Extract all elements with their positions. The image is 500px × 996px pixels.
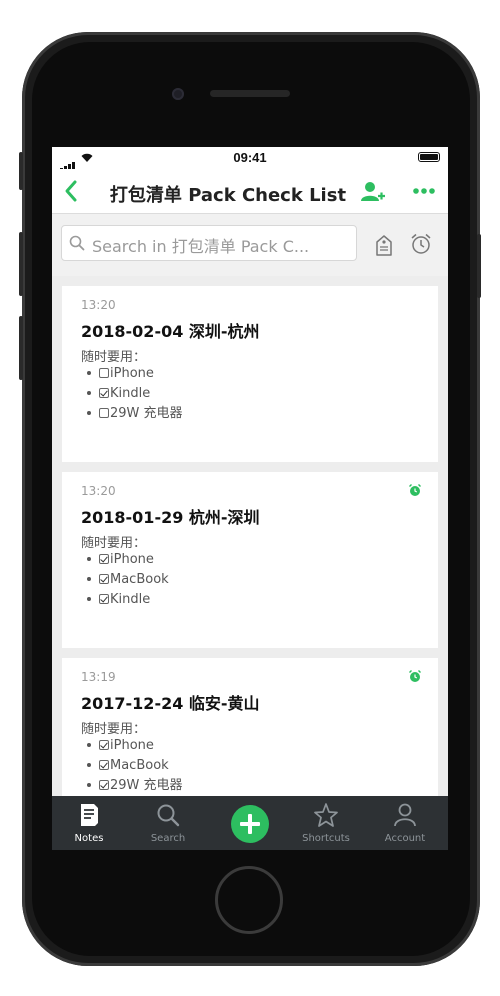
- list-item: iPhone: [81, 736, 183, 756]
- checkbox: [99, 367, 109, 378]
- checklist: iPhone Kindle 29W 充电器: [81, 364, 183, 424]
- tab-bar: Notes Search Shortcuts Account: [52, 796, 448, 850]
- checklist: iPhone MacBook 29W 充电器: [81, 736, 183, 796]
- list-item-label: iPhone: [110, 366, 154, 381]
- list-item: 29W 充电器: [81, 404, 183, 424]
- battery-icon: [418, 152, 440, 162]
- checkbox-checked: [99, 739, 109, 750]
- list-item: Kindle: [81, 590, 169, 610]
- search-input[interactable]: Search in 打包清单 Pack C...: [61, 225, 357, 261]
- list-item-label: 29W 充电器: [110, 406, 183, 421]
- add-user-icon[interactable]: [360, 179, 386, 205]
- search-icon: [157, 804, 180, 827]
- checkbox-checked: [99, 553, 109, 564]
- status-time: 09:41: [233, 150, 267, 165]
- notebook-title: 打包清单 Pack Check List: [109, 185, 347, 206]
- note-time: 13:20: [81, 298, 116, 312]
- search-row: Search in 打包清单 Pack C...: [52, 214, 448, 276]
- volume-down-button: [19, 316, 23, 380]
- tab-label: Account: [384, 833, 426, 844]
- notes-icon: [81, 804, 98, 826]
- checkbox-checked: [99, 387, 109, 398]
- note-card[interactable]: 13:19 2017-12-24 临安-黄山 随时要用： iPhone MacB…: [62, 658, 438, 808]
- list-item: Kindle: [81, 384, 183, 404]
- search-placeholder: Search in 打包清单 Pack C...: [92, 237, 310, 256]
- note-title: 2018-02-04 深圳-杭州: [81, 322, 260, 341]
- list-item-label: 29W 充电器: [110, 778, 183, 793]
- list-item-label: iPhone: [110, 552, 154, 567]
- list-item-label: Kindle: [110, 592, 151, 607]
- mute-switch: [19, 152, 23, 190]
- more-icon[interactable]: [410, 179, 438, 203]
- list-item: 29W 充电器: [81, 776, 183, 796]
- note-time: 13:20: [81, 484, 116, 498]
- power-button: [477, 234, 481, 298]
- home-button[interactable]: [215, 866, 283, 934]
- note-title: 2018-01-29 杭州-深圳: [81, 508, 260, 527]
- earpiece-speaker: [210, 90, 290, 97]
- checkbox-checked: [99, 759, 109, 770]
- note-subtitle: 随时要用：: [81, 350, 147, 365]
- tab-search[interactable]: Search: [132, 796, 204, 850]
- note-time: 13:19: [81, 670, 116, 684]
- account-icon: [394, 803, 416, 827]
- tab-label: Notes: [74, 833, 104, 844]
- note-card[interactable]: 13:20 2018-02-04 深圳-杭州 随时要用： iPhone Kind…: [62, 286, 438, 462]
- tab-label: Search: [150, 833, 186, 844]
- list-item: MacBook: [81, 570, 169, 590]
- tab-account[interactable]: Account: [369, 796, 441, 850]
- note-card[interactable]: 13:20 2018-01-29 杭州-深圳 随时要用： iPhone MacB…: [62, 472, 438, 648]
- list-item-label: Kindle: [110, 386, 151, 401]
- status-bar: 09:41: [52, 147, 448, 172]
- tab-notes[interactable]: Notes: [53, 796, 125, 850]
- list-item-label: MacBook: [110, 572, 169, 587]
- list-item: iPhone: [81, 550, 169, 570]
- note-title: 2017-12-24 临安-黄山: [81, 694, 260, 713]
- new-note-button[interactable]: [231, 805, 269, 843]
- front-camera: [172, 88, 184, 100]
- checkbox: [99, 407, 109, 418]
- reminder-icon: [409, 484, 421, 496]
- nav-bar: 打包清单 Pack Check List: [52, 169, 448, 214]
- note-subtitle: 随时要用：: [81, 536, 147, 551]
- checkbox-checked: [99, 573, 109, 584]
- list-item-label: iPhone: [110, 738, 154, 753]
- app-screen: 09:41 打包清单 Pack Check List Search in 打包清…: [52, 147, 448, 850]
- checkbox-checked: [99, 593, 109, 604]
- tab-label: Shortcuts: [302, 833, 350, 844]
- tab-shortcuts[interactable]: Shortcuts: [290, 796, 362, 850]
- checklist: iPhone MacBook Kindle: [81, 550, 169, 610]
- back-icon[interactable]: [60, 177, 84, 205]
- star-icon: [314, 803, 338, 827]
- list-item-label: MacBook: [110, 758, 169, 773]
- alarm-icon[interactable]: [409, 232, 433, 256]
- search-icon: [69, 235, 85, 251]
- list-item: iPhone: [81, 364, 183, 384]
- checkbox-checked: [99, 779, 109, 790]
- list-item: MacBook: [81, 756, 183, 776]
- tag-icon[interactable]: [374, 234, 394, 258]
- note-subtitle: 随时要用：: [81, 722, 147, 737]
- reminder-icon: [409, 670, 421, 682]
- volume-up-button: [19, 232, 23, 296]
